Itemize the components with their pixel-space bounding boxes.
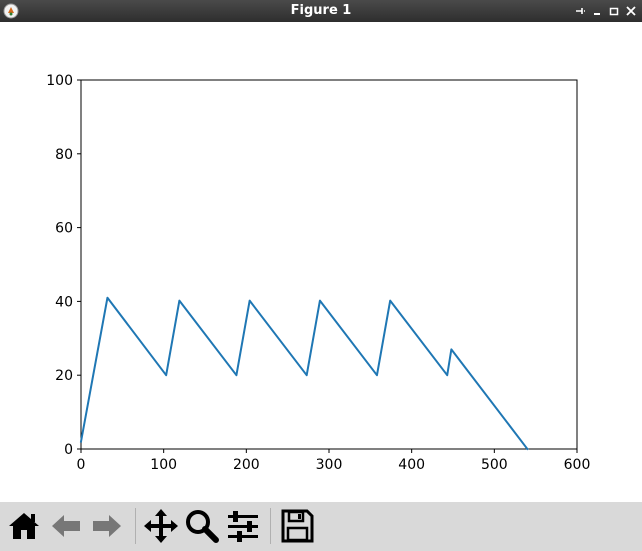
x-tick-label: 600 — [564, 457, 591, 473]
forward-button[interactable] — [89, 508, 125, 544]
arrow-left-icon — [52, 515, 80, 537]
line-chart: 0 100 200 300 400 500 600 0 20 40 60 80 100 — [46, 73, 591, 473]
pin-icon[interactable] — [573, 3, 587, 19]
title-bar[interactable]: Figure 1 — [0, 0, 642, 22]
window-title: Figure 1 — [290, 3, 352, 18]
home-button[interactable] — [6, 508, 42, 544]
back-button[interactable] — [48, 508, 84, 544]
pan-button[interactable] — [143, 508, 179, 544]
close-icon[interactable] — [624, 3, 638, 19]
x-tick-label: 400 — [398, 457, 425, 473]
x-tick-label: 300 — [316, 457, 343, 473]
y-tick-label: 20 — [55, 368, 73, 384]
toolbar-separator — [135, 508, 136, 544]
configure-subplots-button[interactable] — [225, 508, 261, 544]
x-tick-label: 0 — [77, 457, 86, 473]
y-tick-label: 0 — [64, 442, 73, 458]
plot-frame — [80, 79, 578, 450]
figure-window: Figure 1 0 100 200 300 400 500 600 0 20 40 60 80 100 — [0, 0, 642, 551]
navigation-toolbar — [0, 502, 642, 551]
home-icon — [9, 513, 39, 539]
floppy-disk-icon — [281, 509, 314, 543]
save-button[interactable] — [279, 508, 315, 544]
x-tick-label: 100 — [150, 457, 177, 473]
y-tick-label: 80 — [55, 147, 73, 163]
toolbar-separator — [270, 508, 271, 544]
y-tick-label: 60 — [55, 221, 73, 237]
magnifier-icon — [186, 510, 219, 543]
move-icon — [144, 509, 178, 543]
arrow-right-icon — [93, 515, 121, 537]
x-tick-label: 200 — [233, 457, 260, 473]
figure-canvas[interactable]: 0 100 200 300 400 500 600 0 20 40 60 80 100 — [0, 22, 642, 502]
y-tick-label: 40 — [55, 294, 73, 310]
y-tick-label: 100 — [46, 73, 73, 89]
sliders-icon — [228, 511, 258, 542]
zoom-button[interactable] — [184, 508, 220, 544]
maximize-icon[interactable] — [607, 3, 621, 19]
minimize-icon[interactable] — [590, 3, 604, 19]
x-tick-label: 500 — [481, 457, 508, 473]
